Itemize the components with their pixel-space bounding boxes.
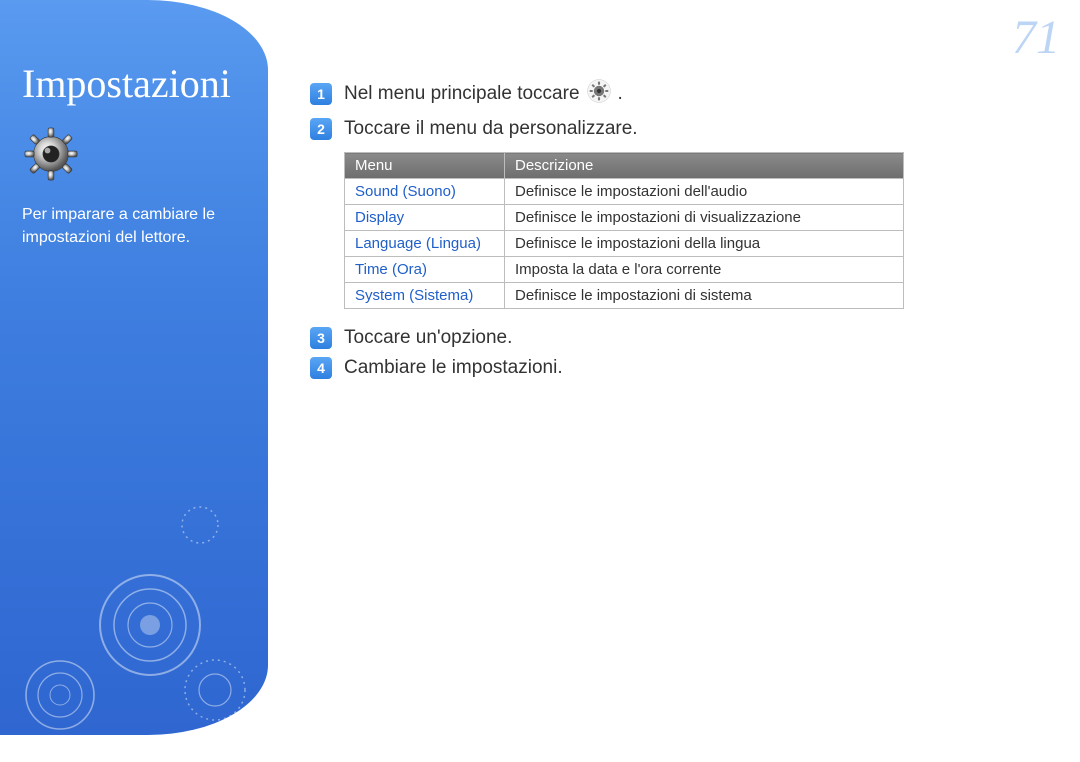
step-1: 1 Nel menu principale toccare (310, 78, 1030, 110)
table-header-menu: Menu (345, 153, 505, 179)
step-4: 4 Cambiare le impostazioni. (310, 357, 1030, 379)
sidebar: Impostazioni (0, 0, 268, 735)
settings-gear-icon (586, 78, 612, 110)
menu-cell: Display (345, 205, 505, 231)
table-row: Sound (Suono) Definisce le impostazioni … (345, 179, 904, 205)
settings-menu-table: Menu Descrizione Sound (Suono) Definisce… (344, 152, 904, 309)
page-number: 71 (1012, 10, 1060, 65)
desc-cell: Imposta la data e l'ora corrente (505, 257, 904, 283)
menu-cell: Language (Lingua) (345, 231, 505, 257)
menu-cell: System (Sistema) (345, 283, 505, 309)
menu-cell: Time (Ora) (345, 257, 505, 283)
table-row: System (Sistema) Definisce le impostazio… (345, 283, 904, 309)
step-3: 3 Toccare un'opzione. (310, 327, 1030, 349)
step-text: Cambiare le impostazioni. (344, 357, 563, 379)
step-number-badge: 3 (310, 327, 332, 349)
content-area: 1 Nel menu principale toccare (310, 78, 1030, 387)
table-header-desc: Descrizione (505, 153, 904, 179)
step-number-badge: 2 (310, 118, 332, 140)
desc-cell: Definisce le impostazioni di visualizzaz… (505, 205, 904, 231)
table-row: Language (Lingua) Definisce le impostazi… (345, 231, 904, 257)
step-text: Toccare un'opzione. (344, 327, 512, 349)
settings-gear-icon (22, 125, 268, 183)
table-row: Display Definisce le impostazioni di vis… (345, 205, 904, 231)
decorative-circles (0, 475, 268, 735)
page-title: Impostazioni (0, 0, 268, 107)
step-number-badge: 4 (310, 357, 332, 379)
step-number-badge: 1 (310, 83, 332, 105)
desc-cell: Definisce le impostazioni di sistema (505, 283, 904, 309)
desc-cell: Definisce le impostazioni della lingua (505, 231, 904, 257)
step-text: Nel menu principale toccare (344, 83, 580, 105)
step-text: Toccare il menu da personalizzare. (344, 118, 638, 140)
menu-cell: Sound (Suono) (345, 179, 505, 205)
step-text-after: . (618, 83, 623, 105)
table-row: Time (Ora) Imposta la data e l'ora corre… (345, 257, 904, 283)
sidebar-description: Per imparare a cambiare le impostazioni … (0, 183, 268, 249)
step-2: 2 Toccare il menu da personalizzare. (310, 118, 1030, 140)
desc-cell: Definisce le impostazioni dell'audio (505, 179, 904, 205)
